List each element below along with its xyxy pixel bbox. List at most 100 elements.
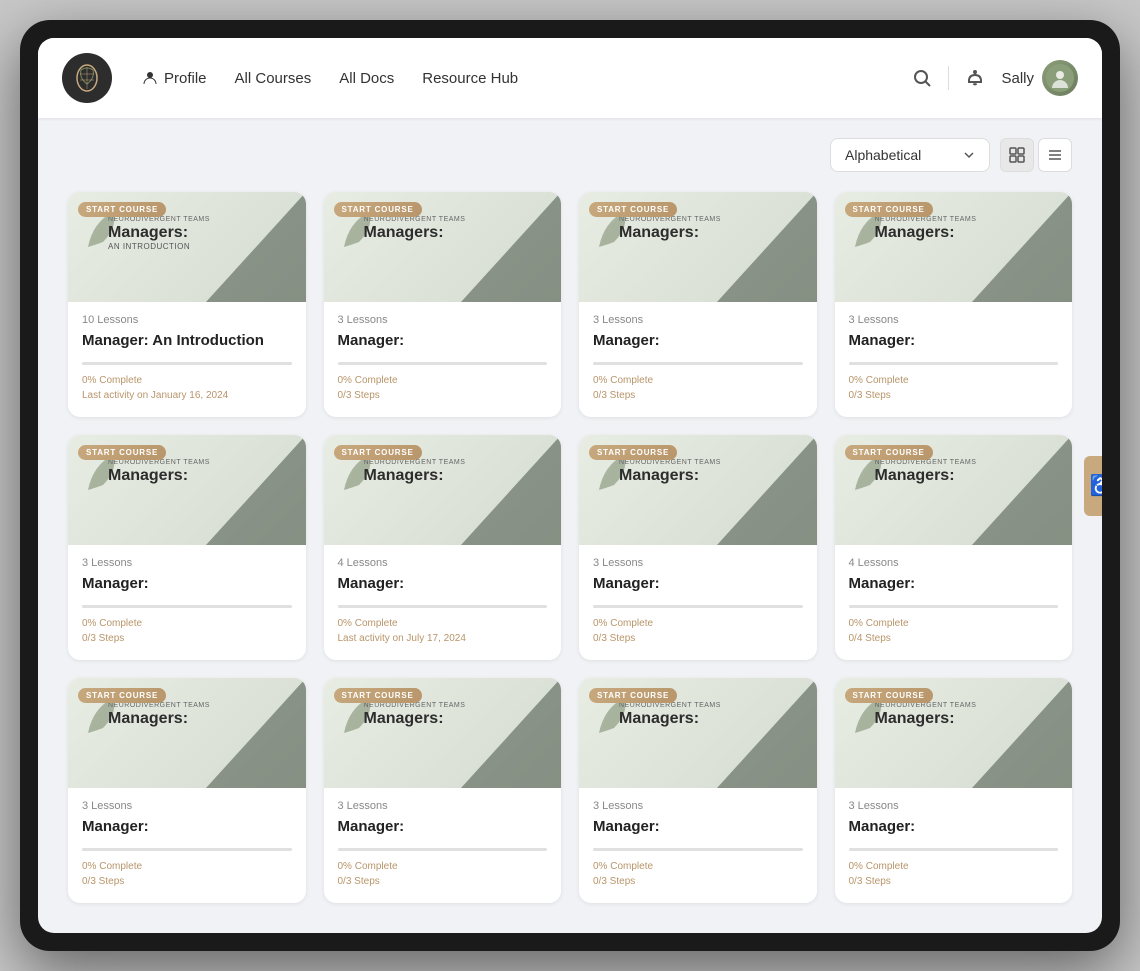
card-triangle — [972, 192, 1072, 302]
card-steps: 0/3 Steps — [593, 388, 803, 403]
card-triangle — [461, 435, 561, 545]
card-body: 3 Lessons Manager: 0% Complete 0/3 Steps — [68, 788, 306, 903]
card-image: NEURODIVERGENT TEAMS Managers: START COU… — [835, 678, 1073, 788]
card-steps: 0/3 Steps — [338, 388, 548, 403]
card-text-overlay: NEURODIVERGENT TEAMS Managers: — [875, 459, 977, 485]
card-title-sub: An Introduction — [108, 242, 210, 251]
card-lessons: 3 Lessons — [849, 314, 1059, 326]
card-subtitle: NEURODIVERGENT TEAMS — [875, 702, 977, 709]
card-body: 3 Lessons Manager: 0% Complete 0/3 Steps — [579, 545, 817, 660]
course-card[interactable]: NEURODIVERGENT TEAMS Managers: START COU… — [324, 678, 562, 903]
card-body: 3 Lessons Manager: 0% Complete 0/3 Steps — [579, 788, 817, 903]
card-complete: 0% Complete — [593, 373, 803, 388]
course-card[interactable]: NEURODIVERGENT TEAMS Managers: START COU… — [324, 435, 562, 660]
start-badge: START COURSE — [845, 202, 933, 217]
card-lessons: 3 Lessons — [593, 800, 803, 812]
nav-links: Profile All Courses All Docs Resource Hu… — [142, 70, 912, 87]
card-body: 3 Lessons Manager: 0% Complete 0/3 Steps — [324, 302, 562, 417]
course-card[interactable]: NEURODIVERGENT TEAMS Managers: START COU… — [579, 435, 817, 660]
card-lessons: 3 Lessons — [593, 314, 803, 326]
card-meta: 0% Complete 0/3 Steps — [338, 859, 548, 889]
card-steps: Last activity on July 17, 2024 — [338, 631, 548, 646]
card-image: NEURODIVERGENT TEAMS Managers: START COU… — [579, 192, 817, 302]
search-button[interactable] — [912, 68, 932, 88]
course-grid: NEURODIVERGENT TEAMS Managers: An Introd… — [68, 192, 1072, 903]
course-card[interactable]: NEURODIVERGENT TEAMS Managers: An Introd… — [68, 192, 306, 417]
card-triangle — [206, 435, 306, 545]
card-title-img: Managers: — [875, 709, 977, 728]
card-progress-bar — [593, 605, 803, 608]
course-card[interactable]: NEURODIVERGENT TEAMS Managers: START COU… — [324, 192, 562, 417]
card-body: 3 Lessons Manager: 0% Complete 0/3 Steps — [835, 302, 1073, 417]
nav-resource-hub-link[interactable]: Resource Hub — [422, 70, 518, 87]
nav-all-docs-link[interactable]: All Docs — [339, 70, 394, 87]
card-body: 10 Lessons Manager: An Introduction 0% C… — [68, 302, 306, 417]
start-badge: START COURSE — [78, 445, 166, 460]
card-steps: 0/4 Steps — [849, 631, 1059, 646]
card-subtitle: NEURODIVERGENT TEAMS — [619, 216, 721, 223]
card-triangle — [461, 192, 561, 302]
navbar: Profile All Courses All Docs Resource Hu… — [38, 38, 1102, 118]
notification-button[interactable] — [965, 68, 985, 88]
logo[interactable] — [62, 53, 112, 103]
accessibility-button[interactable]: ♿ — [1084, 456, 1102, 516]
card-meta: 0% Complete 0/3 Steps — [82, 616, 292, 646]
nav-right: Sally — [912, 60, 1078, 96]
card-name: Manager: — [338, 818, 548, 838]
view-toggle — [1000, 138, 1072, 172]
card-text-overlay: NEURODIVERGENT TEAMS Managers: — [619, 459, 721, 485]
card-steps: 0/3 Steps — [593, 631, 803, 646]
user-menu[interactable]: Sally — [1001, 60, 1078, 96]
card-lessons: 4 Lessons — [338, 557, 548, 569]
course-card[interactable]: NEURODIVERGENT TEAMS Managers: START COU… — [68, 435, 306, 660]
start-badge: START COURSE — [78, 202, 166, 217]
card-title-img: Managers: — [619, 466, 721, 485]
card-meta: 0% Complete 0/3 Steps — [593, 859, 803, 889]
nav-divider — [948, 66, 949, 90]
card-subtitle: NEURODIVERGENT TEAMS — [108, 459, 210, 466]
course-card[interactable]: NEURODIVERGENT TEAMS Managers: START COU… — [68, 678, 306, 903]
start-badge: START COURSE — [78, 688, 166, 703]
card-name: Manager: — [593, 818, 803, 838]
card-subtitle: NEURODIVERGENT TEAMS — [875, 216, 977, 223]
nav-all-courses-link[interactable]: All Courses — [235, 70, 312, 87]
course-card[interactable]: NEURODIVERGENT TEAMS Managers: START COU… — [835, 435, 1073, 660]
card-complete: 0% Complete — [82, 616, 292, 631]
sort-dropdown[interactable]: Alphabetical — [830, 138, 990, 172]
card-progress-bar — [338, 362, 548, 365]
card-progress-bar — [849, 362, 1059, 365]
card-image: NEURODIVERGENT TEAMS Managers: START COU… — [579, 435, 817, 545]
course-card[interactable]: NEURODIVERGENT TEAMS Managers: START COU… — [579, 678, 817, 903]
card-name: Manager: — [338, 332, 548, 352]
start-badge: START COURSE — [334, 688, 422, 703]
card-name: Manager: — [849, 332, 1059, 352]
list-view-button[interactable] — [1038, 138, 1072, 172]
grid-view-button[interactable] — [1000, 138, 1034, 172]
card-image: NEURODIVERGENT TEAMS Managers: START COU… — [324, 192, 562, 302]
card-meta: 0% Complete Last activity on July 17, 20… — [338, 616, 548, 646]
course-card[interactable]: NEURODIVERGENT TEAMS Managers: START COU… — [835, 192, 1073, 417]
card-text-overlay: NEURODIVERGENT TEAMS Managers: An Introd… — [108, 216, 210, 251]
nav-profile-link[interactable]: Profile — [142, 70, 207, 87]
card-title-img: Managers: — [875, 466, 977, 485]
card-lessons: 4 Lessons — [849, 557, 1059, 569]
course-card[interactable]: NEURODIVERGENT TEAMS Managers: START COU… — [835, 678, 1073, 903]
card-progress-bar — [82, 848, 292, 851]
card-title-img: Managers: — [619, 709, 721, 728]
card-text-overlay: NEURODIVERGENT TEAMS Managers: — [364, 216, 466, 242]
main-content: Alphabetical — [38, 118, 1102, 933]
bell-icon — [965, 68, 985, 88]
card-subtitle: NEURODIVERGENT TEAMS — [108, 216, 210, 223]
card-meta: 0% Complete 0/3 Steps — [849, 859, 1059, 889]
card-triangle — [206, 192, 306, 302]
card-lessons: 3 Lessons — [849, 800, 1059, 812]
card-text-overlay: NEURODIVERGENT TEAMS Managers: — [875, 702, 977, 728]
card-body: 3 Lessons Manager: 0% Complete 0/3 Steps — [324, 788, 562, 903]
card-progress-bar — [82, 362, 292, 365]
card-title-img: Managers: — [364, 466, 466, 485]
card-subtitle: NEURODIVERGENT TEAMS — [364, 702, 466, 709]
avatar-image — [1046, 64, 1074, 92]
card-image: NEURODIVERGENT TEAMS Managers: START COU… — [324, 678, 562, 788]
card-meta: 0% Complete 0/3 Steps — [593, 373, 803, 403]
course-card[interactable]: NEURODIVERGENT TEAMS Managers: START COU… — [579, 192, 817, 417]
